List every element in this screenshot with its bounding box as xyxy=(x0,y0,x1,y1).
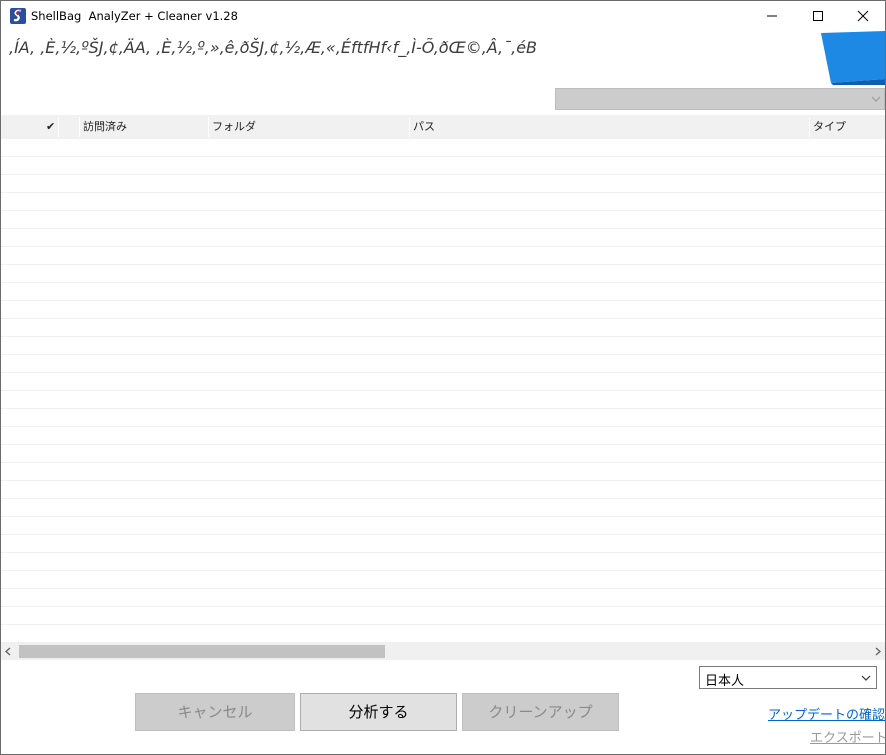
brand-logo xyxy=(819,31,885,85)
shellbag-list[interactable]: ✔ 訪問済み フォルダ パス タイプ xyxy=(1,115,885,645)
table-row xyxy=(1,517,885,535)
app-logo-icon xyxy=(10,8,26,24)
chevron-down-icon xyxy=(871,96,881,102)
table-row xyxy=(1,229,885,247)
table-row xyxy=(1,247,885,265)
column-divider xyxy=(409,117,410,137)
table-row xyxy=(1,319,885,337)
column-header-path[interactable]: パス xyxy=(413,115,435,139)
export-link[interactable]: エクスポート xyxy=(810,727,885,746)
cleanup-button[interactable]: クリーンアップ xyxy=(462,693,619,731)
table-row xyxy=(1,445,885,463)
table-row xyxy=(1,337,885,355)
table-row xyxy=(1,391,885,409)
column-divider xyxy=(58,117,59,137)
analyze-button[interactable]: 分析する xyxy=(300,693,457,731)
column-header-blank[interactable] xyxy=(61,115,77,139)
table-row xyxy=(1,499,885,517)
minimize-button[interactable] xyxy=(749,1,795,31)
column-header-type[interactable]: タイプ xyxy=(813,115,846,139)
table-row xyxy=(1,211,885,229)
maximize-button[interactable] xyxy=(795,1,841,31)
table-row xyxy=(1,571,885,589)
column-divider xyxy=(79,117,80,137)
table-row xyxy=(1,409,885,427)
table-row xyxy=(1,139,885,157)
table-row xyxy=(1,589,885,607)
table-row xyxy=(1,427,885,445)
column-divider xyxy=(208,117,209,137)
table-row xyxy=(1,283,885,301)
scroll-left-icon[interactable] xyxy=(5,647,11,656)
cancel-button[interactable]: キャンセル xyxy=(135,693,295,731)
column-header-check[interactable]: ✔ xyxy=(46,115,55,139)
description-text: ,ÍA, ,È,½,ºŠJ,¢,ÄA, ,È,½,º,»,ê,ðŠJ,¢,½,Æ… xyxy=(9,38,538,57)
column-header-folder[interactable]: フォルダ xyxy=(212,115,256,139)
language-select-value: 日本人 xyxy=(705,674,745,689)
column-header-visited[interactable]: 訪問済み xyxy=(83,115,127,139)
list-header: ✔ 訪問済み フォルダ パス タイプ xyxy=(1,115,885,139)
horizontal-scrollbar[interactable] xyxy=(1,643,885,660)
list-rows xyxy=(1,139,885,645)
title-bar: ShellBag AnalyZer + Cleaner v1.28 xyxy=(1,1,885,31)
table-row xyxy=(1,301,885,319)
table-row xyxy=(1,481,885,499)
close-icon xyxy=(857,10,869,22)
chevron-down-icon xyxy=(861,675,871,681)
app-window: ShellBag AnalyZer + Cleaner v1.28 ,ÍA, ,… xyxy=(0,0,886,755)
table-row xyxy=(1,157,885,175)
table-row xyxy=(1,625,885,643)
table-row xyxy=(1,553,885,571)
table-row xyxy=(1,355,885,373)
table-row xyxy=(1,265,885,283)
table-row xyxy=(1,175,885,193)
scroll-right-icon[interactable] xyxy=(875,647,881,656)
table-row xyxy=(1,463,885,481)
window-title: ShellBag AnalyZer + Cleaner v1.28 xyxy=(31,9,238,23)
close-button[interactable] xyxy=(840,1,885,31)
maximize-icon xyxy=(813,11,823,21)
minimize-icon xyxy=(767,15,777,17)
language-select[interactable]: 日本人 xyxy=(699,666,877,689)
table-row xyxy=(1,193,885,211)
table-row xyxy=(1,607,885,625)
column-divider xyxy=(809,117,810,137)
table-row xyxy=(1,373,885,391)
scrollbar-thumb[interactable] xyxy=(19,645,385,658)
check-update-link[interactable]: アップデートの確認 xyxy=(768,704,885,723)
filter-combobox[interactable] xyxy=(555,88,885,110)
table-row xyxy=(1,535,885,553)
